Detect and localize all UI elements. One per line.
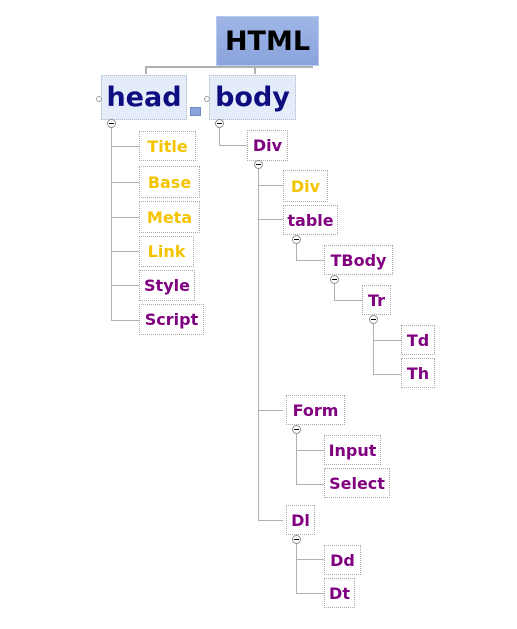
node-dd[interactable]: Dd: [324, 545, 361, 575]
connector-head-base: [111, 182, 139, 183]
connector-dl-trunk: [296, 541, 297, 593]
table-collapse-icon[interactable]: [292, 235, 301, 244]
connector-head-link: [111, 251, 139, 252]
connector-body-trunk: [219, 127, 220, 145]
node-th[interactable]: Th: [401, 358, 435, 388]
node-head-meta[interactable]: Meta: [139, 201, 200, 233]
connector-form-input: [296, 450, 324, 451]
node-dt[interactable]: Dt: [324, 578, 355, 608]
node-head-script[interactable]: Script: [139, 304, 204, 335]
dl-collapse-icon[interactable]: [292, 535, 301, 544]
connector-head-script: [111, 320, 139, 321]
connector-body-up: [254, 66, 256, 74]
connector-head-style: [111, 285, 139, 286]
body-collapse-icon[interactable]: [215, 119, 224, 128]
connector-root-bar: [145, 66, 313, 68]
html-tree-diagram: HTML head body Title Base Meta Link Styl…: [0, 0, 517, 629]
note-icon[interactable]: [190, 107, 201, 116]
node-input[interactable]: Input: [324, 435, 381, 465]
node-tbody[interactable]: TBody: [324, 245, 393, 275]
node-form[interactable]: Form: [286, 395, 345, 425]
node-head-base[interactable]: Base: [139, 166, 200, 198]
node-table[interactable]: table: [283, 205, 338, 235]
node-html-root[interactable]: HTML: [216, 16, 319, 66]
head-collapse-icon[interactable]: [107, 119, 116, 128]
node-head[interactable]: head: [101, 75, 187, 120]
head-connector-handle: [96, 96, 102, 102]
node-head-title[interactable]: Title: [139, 131, 196, 161]
node-head-link[interactable]: Link: [139, 236, 194, 267]
node-body-div[interactable]: Div: [247, 130, 288, 161]
connector-head-title: [111, 146, 139, 147]
tbody-collapse-icon[interactable]: [330, 275, 339, 284]
connector-tbody-tr: [334, 300, 362, 301]
connector-body-div: [219, 145, 247, 146]
body-connector-handle: [204, 96, 210, 102]
div-collapse-icon[interactable]: [254, 160, 263, 169]
node-td[interactable]: Td: [401, 325, 435, 355]
tr-collapse-icon[interactable]: [369, 315, 378, 324]
connector-div-dl: [258, 520, 283, 521]
connector-dl-dt: [296, 593, 324, 594]
connector-dl-dd: [296, 559, 324, 560]
connector-tr-th: [373, 374, 401, 375]
connector-head-meta: [111, 217, 139, 218]
node-dl[interactable]: Dl: [286, 505, 315, 535]
node-body[interactable]: body: [209, 75, 296, 120]
connector-form-trunk: [296, 431, 297, 484]
connector-head-trunk: [111, 127, 112, 320]
connector-head-up: [145, 66, 147, 74]
node-tr[interactable]: Tr: [362, 285, 391, 315]
connector-form-select: [296, 484, 324, 485]
connector-div-table: [258, 219, 283, 220]
form-collapse-icon[interactable]: [292, 425, 301, 434]
connector-tr-trunk: [373, 321, 374, 374]
connector-div-div: [258, 185, 283, 186]
connector-table-tbody: [296, 260, 324, 261]
node-head-style[interactable]: Style: [139, 270, 195, 301]
connector-div-form: [258, 410, 283, 411]
node-inner-div[interactable]: Div: [283, 170, 328, 202]
connector-tr-td: [373, 340, 401, 341]
node-select[interactable]: Select: [324, 468, 390, 498]
